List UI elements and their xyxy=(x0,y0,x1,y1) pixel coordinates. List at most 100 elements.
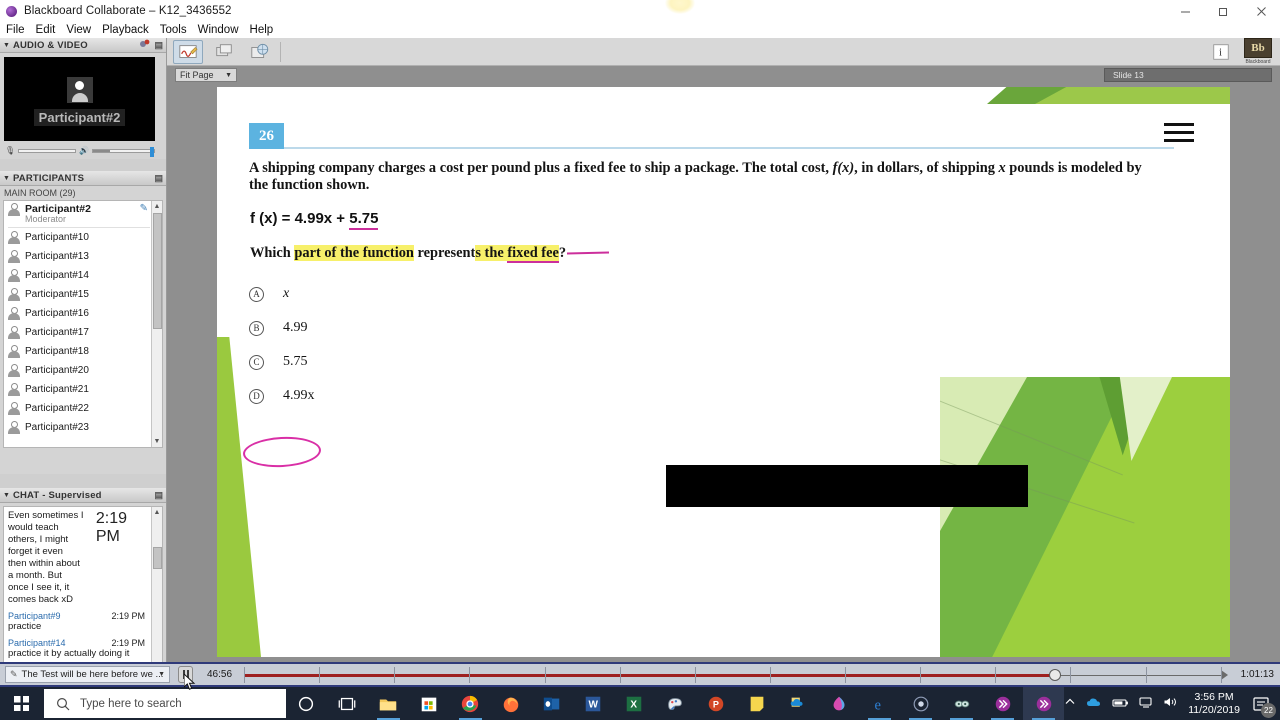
network-icon[interactable] xyxy=(1139,695,1153,713)
choice-bubble[interactable]: B xyxy=(249,320,264,336)
participant-row[interactable]: Participant#16 xyxy=(4,304,162,323)
menu-item-edit[interactable]: Edit xyxy=(36,24,56,36)
blackboard-logo-mark: Bb xyxy=(1244,38,1272,58)
firefox-icon[interactable] xyxy=(491,687,532,720)
video-feed[interactable]: Participant#2 xyxy=(4,57,155,141)
battery-icon[interactable] xyxy=(1112,695,1129,713)
menu-item-view[interactable]: View xyxy=(66,24,91,36)
playback-track[interactable] xyxy=(244,665,1233,685)
choice-bubble[interactable]: A xyxy=(249,286,264,302)
menu-item-window[interactable]: Window xyxy=(198,24,239,36)
participant-row[interactable]: Participant#13 xyxy=(4,247,162,266)
collaborate-icon[interactable] xyxy=(982,687,1023,720)
collaborate-launcher-icon[interactable] xyxy=(1023,687,1065,720)
outlook-icon[interactable] xyxy=(532,687,573,720)
search-input[interactable]: Type here to search xyxy=(43,689,286,718)
microphone-icon[interactable]: 🎙 xyxy=(5,146,15,155)
participant-name: Participant#18 xyxy=(25,346,89,357)
scroll-down-icon[interactable]: ▼ xyxy=(152,436,162,447)
restore-button[interactable] xyxy=(1204,0,1242,22)
collapse-triangle-icon[interactable]: ▼ xyxy=(3,175,10,182)
answer-choice[interactable]: D 4.99x xyxy=(249,379,315,413)
action-center-icon[interactable]: 22 xyxy=(1250,693,1276,718)
close-button[interactable] xyxy=(1242,0,1280,22)
word-icon[interactable]: W xyxy=(573,687,614,720)
hamburger-menu-icon[interactable] xyxy=(1164,123,1194,147)
slide-canvas[interactable]: 26 A shipping company charges a cost per… xyxy=(217,87,1230,657)
blackboard-icon xyxy=(6,5,17,17)
choice-bubble[interactable]: C xyxy=(249,354,264,370)
participant-row[interactable]: Participant#22 xyxy=(4,399,162,418)
minimize-button[interactable] xyxy=(1166,0,1204,22)
collapse-triangle-icon[interactable]: ▼ xyxy=(3,42,10,49)
participant-avatar-icon xyxy=(8,420,20,435)
panel-options-icon[interactable]: ▤ xyxy=(154,490,163,501)
chat-message-user[interactable]: Participant#14 xyxy=(8,638,66,648)
menu-item-tools[interactable]: Tools xyxy=(160,24,187,36)
sticky-notes-icon[interactable] xyxy=(736,687,777,720)
excel-icon[interactable]: X xyxy=(614,687,655,720)
answer-choice[interactable]: C 5.75 xyxy=(249,345,315,379)
show-hidden-icons-icon[interactable] xyxy=(1064,695,1076,713)
participant-row[interactable]: Participant#18 xyxy=(4,342,162,361)
answer-choice[interactable]: Ax xyxy=(249,277,315,311)
cortana-icon[interactable] xyxy=(286,687,327,720)
powerpoint-icon[interactable]: P xyxy=(695,687,736,720)
information-icon[interactable]: i xyxy=(1206,40,1236,64)
participant-row[interactable]: Participant#20 xyxy=(4,361,162,380)
participant-row[interactable]: Participant#14 xyxy=(4,266,162,285)
chevron-down-icon: ▼ xyxy=(158,671,165,678)
participant-row[interactable]: Participant#15 xyxy=(4,285,162,304)
mail-icon[interactable] xyxy=(941,687,982,720)
answer-choice[interactable]: B 4.99 xyxy=(249,311,315,345)
collapse-triangle-icon[interactable]: ▼ xyxy=(3,492,10,499)
menu-item-playback[interactable]: Playback xyxy=(102,24,149,36)
scroll-up-icon[interactable]: ▲ xyxy=(152,201,162,212)
whiteboard-icon[interactable] xyxy=(173,39,203,64)
recording-select[interactable]: ✎ The Test will be here before we ... ▼ xyxy=(5,666,170,683)
participant-row[interactable]: Participant#2 Moderator ✎ xyxy=(4,201,162,227)
participant-row[interactable]: Participant#23 xyxy=(4,418,162,437)
chat-message-user[interactable]: Participant#9 xyxy=(8,611,61,621)
participant-row[interactable]: Participant#17 xyxy=(4,323,162,342)
participants-list[interactable]: Participant#2 Moderator ✎ Participant#10 Par… xyxy=(3,200,163,448)
application-sharing-icon[interactable] xyxy=(209,40,239,64)
chat-vertical-scrollbar[interactable]: ▲ ▼ xyxy=(151,507,162,685)
web-tour-icon[interactable] xyxy=(245,40,275,64)
scroll-up-icon[interactable]: ▲ xyxy=(152,507,162,518)
volume-icon[interactable] xyxy=(1163,695,1178,713)
playhead-handle[interactable] xyxy=(1048,668,1061,681)
chrome-icon[interactable] xyxy=(450,687,491,720)
panel-options-icon[interactable]: ▤ xyxy=(154,40,163,51)
participant-row[interactable]: Participant#21 xyxy=(4,380,162,399)
file-explorer-icon[interactable] xyxy=(368,687,409,720)
onedrive-tray-icon[interactable] xyxy=(1086,695,1102,713)
menu-item-file[interactable]: File xyxy=(6,24,25,36)
microphone-slider[interactable] xyxy=(18,148,77,153)
prompt-part2: represent xyxy=(413,245,476,261)
chat-messages[interactable]: Even sometimes I would teach others, I m… xyxy=(3,506,163,686)
chat-panel-header: ▼ CHAT - Supervised ▤ xyxy=(0,488,166,503)
panel-options-icon[interactable]: ▤ xyxy=(154,173,163,184)
participant-row[interactable]: Participant#10 xyxy=(4,228,162,247)
participants-scrollbar[interactable]: ▲ ▼ xyxy=(151,201,162,447)
photos-icon[interactable] xyxy=(818,687,859,720)
speaker-slider[interactable] xyxy=(92,146,156,157)
track-tick xyxy=(694,666,696,683)
system-tray: 3:56 PM 11/20/2019 22 xyxy=(1064,691,1280,718)
participant-avatar-icon xyxy=(8,287,20,302)
paint-icon[interactable] xyxy=(655,687,696,720)
onedrive-icon[interactable] xyxy=(777,687,818,720)
menu-item-help[interactable]: Help xyxy=(250,24,274,36)
speaker-icon[interactable]: 🔊 xyxy=(79,146,89,155)
screen-recorder-icon[interactable] xyxy=(900,687,941,720)
zoom-mode-select[interactable]: Fit Page ▼ xyxy=(175,68,237,82)
microsoft-store-icon[interactable] xyxy=(409,687,450,720)
view-controls-bar: Fit Page ▼ Slide 13 xyxy=(167,66,1280,84)
clock[interactable]: 3:56 PM 11/20/2019 xyxy=(1188,691,1240,717)
edge-icon[interactable]: e xyxy=(859,687,900,720)
task-view-icon[interactable] xyxy=(327,687,368,720)
whiteboard-stage[interactable]: 26 A shipping company charges a cost per… xyxy=(167,84,1280,662)
windows-start-icon[interactable] xyxy=(0,696,44,711)
choice-bubble[interactable]: D xyxy=(249,388,264,404)
